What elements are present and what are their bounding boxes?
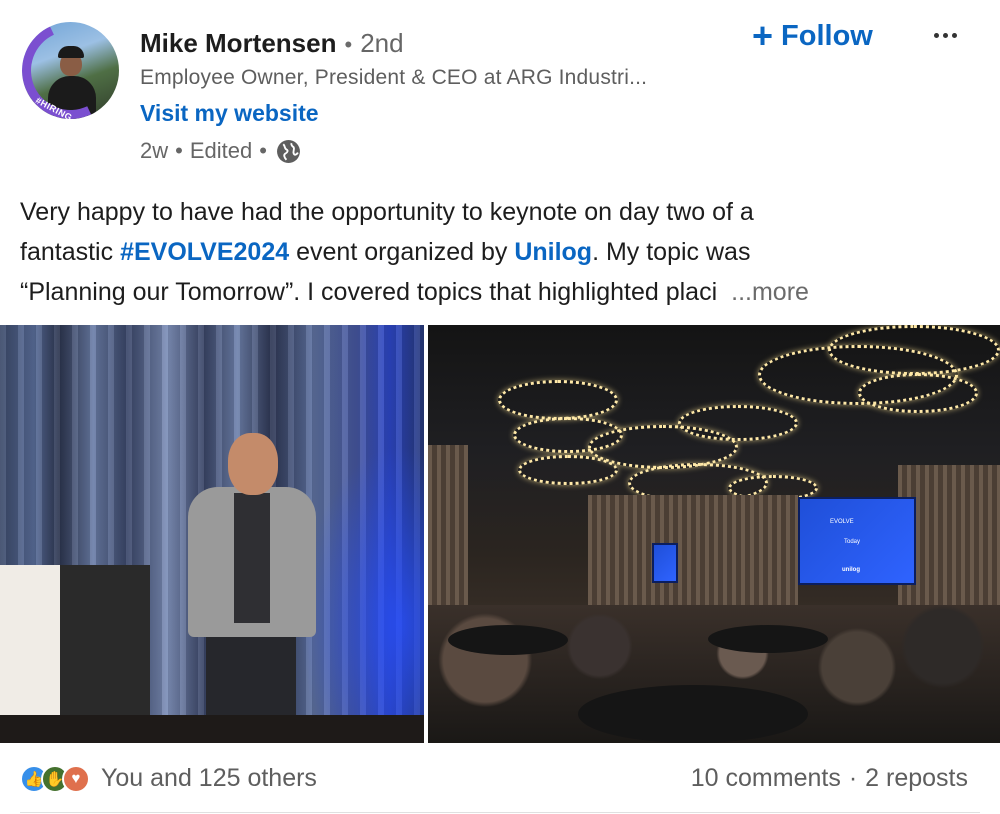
text-segment: fantastic — [20, 238, 121, 266]
audience-silhouettes — [0, 715, 424, 743]
back-curtain — [588, 495, 798, 605]
ceiling-light — [678, 405, 798, 441]
round-table — [448, 625, 568, 655]
post-text-line: Very happy to have had the opportunity t… — [20, 198, 754, 226]
author-avatar[interactable]: #HIRING — [22, 22, 119, 119]
author-name-row: Mike Mortensen • 2nd — [140, 28, 404, 59]
projection-screen-left — [652, 543, 678, 583]
reposts-count-link[interactable]: 2 reposts — [865, 764, 968, 793]
post-body: Very happy to have had the opportunity t… — [20, 192, 980, 312]
text-segment: . My topic was — [592, 238, 751, 266]
post-meta: 2w • Edited • — [140, 138, 301, 164]
ceiling-light — [828, 325, 1000, 375]
follow-button[interactable]: + Follow — [752, 18, 873, 54]
projection-screen-right: EVOLVE Today unilog — [798, 497, 916, 585]
plus-icon: + — [752, 15, 774, 56]
feed-post: #HIRING Mike Mortensen • 2nd Employee Ow… — [0, 0, 1000, 814]
post-age: 2w — [140, 138, 169, 163]
side-curtain — [428, 445, 468, 615]
follow-label: Follow — [781, 19, 873, 52]
mention-link[interactable]: Unilog — [514, 238, 592, 266]
separator-dot: · — [848, 764, 858, 792]
ceiling-light — [858, 373, 978, 413]
love-icon: ♥ — [62, 764, 90, 793]
visit-website-link[interactable]: Visit my website — [140, 100, 319, 127]
screen-title: EVOLVE — [830, 519, 854, 525]
speaker-head — [228, 433, 278, 495]
text-segment: “Planning our Tomorrow”. I covered topic… — [20, 278, 718, 306]
divider — [20, 812, 980, 813]
screen-subtitle: Today — [844, 539, 861, 545]
connection-degree: 2nd — [360, 28, 404, 58]
ellipsis-icon — [942, 32, 948, 38]
see-more-button[interactable]: ...more — [731, 278, 809, 306]
round-table — [578, 685, 808, 743]
post-text-line: fantastic #EVOLVE2024 event organized by… — [20, 232, 980, 272]
round-table — [708, 625, 828, 653]
separator-dot: • — [259, 138, 267, 163]
ceiling-light — [498, 380, 618, 420]
author-headline: Employee Owner, President & CEO at ARG I… — [140, 66, 648, 89]
globe-icon — [276, 139, 300, 163]
comments-count-link[interactable]: 10 comments — [691, 764, 841, 793]
separator-dot: • — [175, 138, 183, 163]
separator-dot: • — [344, 32, 353, 57]
speaker-shirt — [234, 493, 270, 623]
screen-logo: unilog — [842, 567, 860, 573]
post-image-ballroom[interactable]: EVOLVE Today unilog — [428, 325, 1000, 743]
author-name[interactable]: Mike Mortensen — [140, 28, 337, 59]
text-segment: event organized by — [289, 238, 515, 266]
post-image-speaker[interactable] — [0, 325, 424, 743]
engagement-stats: 10 comments · 2 reposts — [691, 764, 968, 793]
reactions-summary[interactable]: 👍 ✋ ♥ You and 125 others — [20, 764, 317, 793]
hashtag-link[interactable]: #EVOLVE2024 — [120, 238, 289, 266]
reactions-count: You and 125 others — [101, 764, 317, 792]
more-options-button[interactable] — [928, 20, 962, 50]
ceiling-light — [518, 455, 618, 485]
post-text-line: “Planning our Tomorrow”. I covered topic… — [20, 272, 980, 312]
edited-label: Edited — [189, 138, 253, 163]
ellipsis-icon — [951, 32, 957, 38]
ellipsis-icon — [933, 32, 939, 38]
stage-light — [300, 445, 424, 743]
